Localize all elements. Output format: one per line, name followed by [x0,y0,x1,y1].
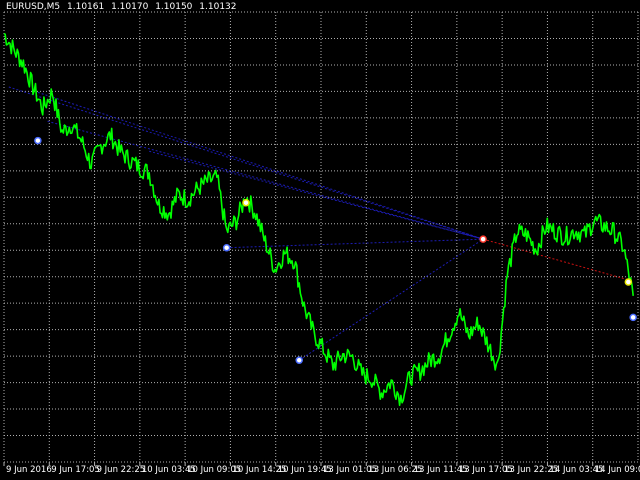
chart-header: EURUSD,M5 1.10161 1.10170 1.10150 1.1013… [6,2,241,12]
open-value: 1.10161 [67,2,105,12]
x-tick-label: 9 Jun 2016 [6,465,52,475]
signal-marker [295,356,303,364]
high-value: 1.10170 [111,2,149,12]
price-line [3,32,634,407]
low-value: 1.10150 [155,2,193,12]
signal-marker [222,243,231,252]
price-series [3,32,634,407]
chart-grid [3,11,639,463]
signal-markers [34,136,637,364]
signal-marker [629,313,637,322]
signal-marker [242,198,250,207]
trend-line [37,91,484,240]
x-tick-label: 9 Jun 17:05 [51,465,100,475]
x-axis-labels: 9 Jun 2016 9 Jun 17:059 Jun 22:2510 Jun 0… [3,462,640,475]
trend-line [298,238,484,361]
close-value: 1.10132 [199,2,237,12]
x-tick-label: 9 Jun 22:25 [97,465,146,475]
signal-marker [479,235,487,243]
symbol-label: EURUSD,M5 [6,2,61,12]
signal-marker [624,278,633,286]
trend-line [149,150,484,240]
trend-line [482,238,629,281]
x-tick-label: 14 Jun 09:05 [595,465,640,475]
signal-marker [34,136,42,145]
price-chart: 9 Jun 2016 9 Jun 17:059 Jun 22:2510 Jun 0… [3,11,640,475]
